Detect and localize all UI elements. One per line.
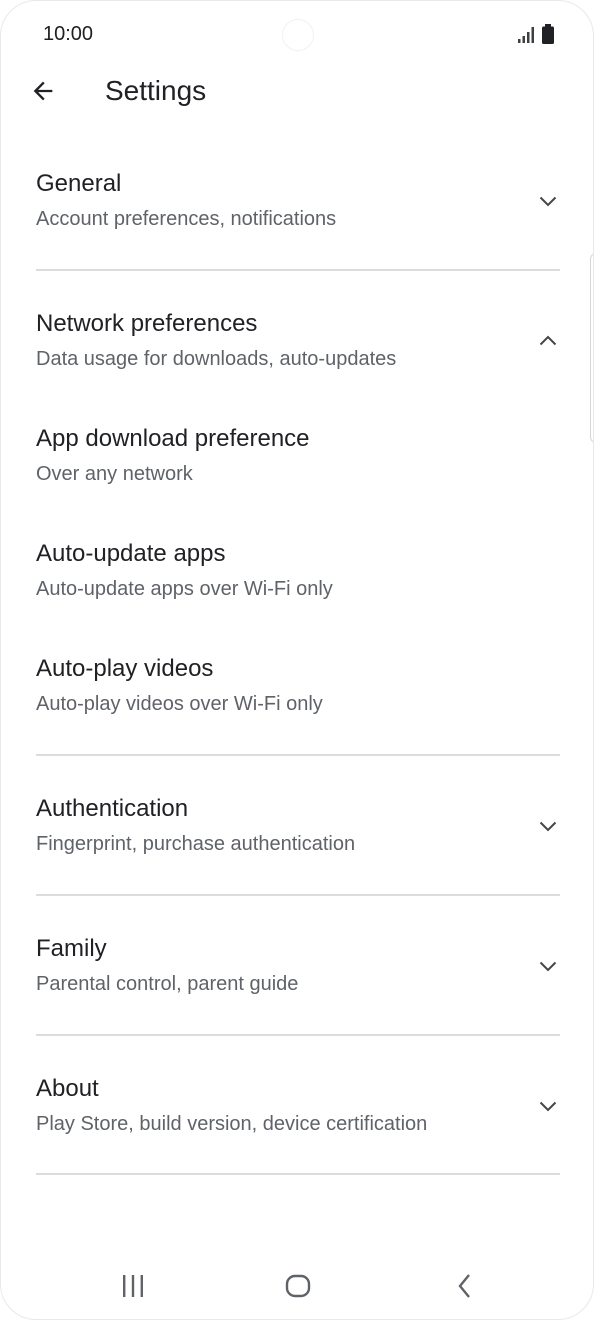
camera-cutout	[282, 19, 314, 51]
divider	[36, 269, 560, 271]
section-title: About	[36, 1075, 99, 1102]
section-subtitle: Fingerprint, purchase authentication	[36, 833, 356, 855]
setting-app-download-preference[interactable]: App download preference Over any network	[36, 424, 560, 500]
page-title: Settings	[105, 75, 207, 106]
setting-title: Auto-update apps	[36, 540, 226, 567]
section-subtitle: Play Store, build version, device certif…	[36, 1113, 428, 1135]
status-time: 10:00	[43, 23, 94, 45]
divider	[36, 1173, 560, 1175]
setting-title: Auto-play videos	[36, 655, 214, 682]
divider	[36, 894, 560, 896]
chevron-up-icon	[539, 335, 557, 346]
signal-icon	[518, 27, 534, 43]
status-bar: 10:00	[1, 1, 593, 71]
device-screen: 10:00 Settings General Account preferenc…	[0, 0, 594, 1320]
setting-value: Auto-update apps over Wi-Fi only	[36, 578, 333, 600]
battery-icon	[542, 24, 554, 44]
home-icon[interactable]	[284, 1271, 312, 1301]
section-about[interactable]: About Play Store, build version, device …	[36, 1074, 560, 1150]
section-title: Authentication	[36, 795, 189, 822]
chevron-down-icon	[539, 1101, 557, 1112]
section-title: Network preferences	[36, 310, 258, 337]
setting-auto-play-videos[interactable]: Auto-play videos Auto-play videos over W…	[36, 654, 560, 730]
arrow-back-icon	[33, 81, 53, 101]
recents-icon[interactable]	[119, 1271, 147, 1301]
section-title: General	[36, 170, 122, 197]
section-subtitle: Parental control, parent guide	[36, 973, 299, 995]
section-family[interactable]: Family Parental control, parent guide	[36, 934, 560, 1010]
divider	[36, 1034, 560, 1036]
setting-value: Auto-play videos over Wi-Fi only	[36, 693, 323, 715]
back-button[interactable]	[21, 69, 65, 113]
setting-auto-update-apps[interactable]: Auto-update apps Auto-update apps over W…	[36, 539, 560, 615]
section-title: Family	[36, 935, 107, 962]
chevron-down-icon	[539, 961, 557, 972]
section-authentication[interactable]: Authentication Fingerprint, purchase aut…	[36, 794, 560, 870]
chevron-down-icon	[539, 196, 557, 207]
section-subtitle: Account preferences, notifications	[36, 208, 337, 230]
divider	[36, 754, 560, 756]
scrollbar[interactable]	[590, 253, 593, 443]
setting-title: App download preference	[36, 425, 310, 452]
chevron-down-icon	[539, 821, 557, 832]
section-subtitle: Data usage for downloads, auto-updates	[36, 348, 397, 370]
section-general[interactable]: General Account preferences, notificatio…	[36, 169, 560, 245]
section-network-preferences[interactable]: Network preferences Data usage for downl…	[36, 309, 560, 385]
setting-value: Over any network	[36, 463, 193, 485]
back-icon[interactable]	[451, 1271, 479, 1301]
